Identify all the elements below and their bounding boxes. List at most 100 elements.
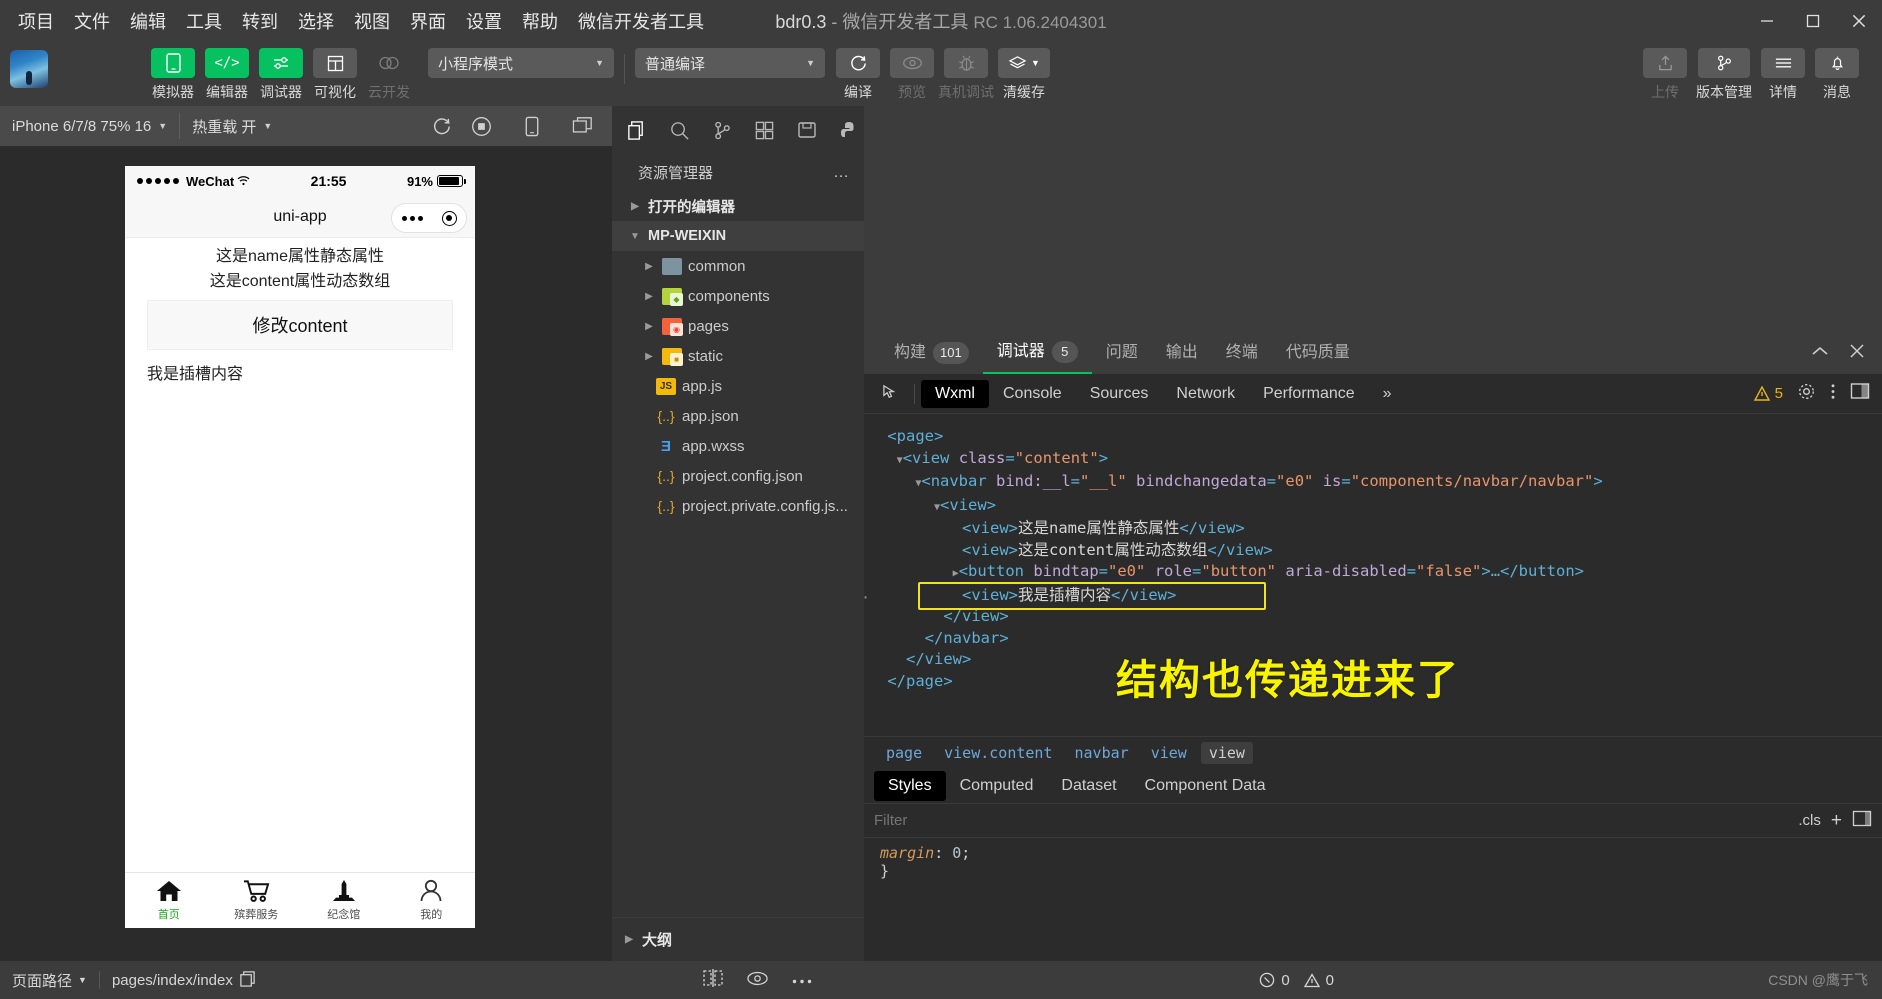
explorer-file-projectprivate[interactable]: {..} project.private.config.js... xyxy=(612,491,864,521)
devtools-tab-output[interactable]: 输出 xyxy=(1152,332,1212,374)
save-icon[interactable] xyxy=(797,120,817,140)
mode-select[interactable]: 小程序模式 ▼ xyxy=(428,48,614,78)
copy-icon[interactable] xyxy=(239,970,256,991)
devtools-tab-problems[interactable]: 问题 xyxy=(1092,332,1152,374)
panel-tab-performance[interactable]: Performance xyxy=(1249,380,1369,408)
wechat-capsule[interactable] xyxy=(391,203,467,233)
refresh-icon[interactable] xyxy=(432,116,453,137)
toolbar-version-button[interactable]: 版本管理 xyxy=(1695,48,1753,102)
explorer-file-appwxss[interactable]: Ǝ app.wxss xyxy=(612,431,864,461)
close-icon[interactable] xyxy=(1848,342,1866,365)
menu-item-edit[interactable]: 编辑 xyxy=(120,6,176,36)
wxml-line[interactable]: ▼<navbar bind:__l="__l" bindchangedata="… xyxy=(878,471,1882,495)
menu-item-tools[interactable]: 工具 xyxy=(176,6,232,36)
toggle-sidebar-icon[interactable] xyxy=(1852,810,1872,831)
files-icon[interactable] xyxy=(626,120,647,141)
close-target-icon[interactable] xyxy=(441,210,457,226)
explorer-file-pages[interactable]: ◉ pages xyxy=(612,311,864,341)
wxml-tree[interactable]: <page> ▼<view class="content"> ▼<navbar … xyxy=(864,414,1882,736)
hotreload-select[interactable]: 热重载 开 ▼ xyxy=(180,106,284,146)
menu-item-select[interactable]: 选择 xyxy=(288,6,344,36)
extensions-icon[interactable] xyxy=(754,120,775,141)
explorer-file-common[interactable]: common xyxy=(612,251,864,281)
statusbar-diagnostics[interactable]: 0 0 xyxy=(1247,972,1346,989)
style-filter-input[interactable] xyxy=(874,808,1789,833)
explorer-file-static[interactable]: ■ static xyxy=(612,341,864,371)
minimize-icon[interactable] xyxy=(1744,0,1790,42)
explorer-section-open-editors[interactable]: 打开的编辑器 xyxy=(612,191,864,221)
phone-tab-home[interactable]: 首页 xyxy=(125,879,213,922)
wxml-line[interactable]: ▼<view> xyxy=(878,495,1882,519)
toolbar-clearcache-button[interactable]: ▼ 清缓存 xyxy=(996,48,1052,102)
device-mode-icon[interactable] xyxy=(524,116,540,137)
toolbar-simulator-button[interactable]: 模拟器 xyxy=(149,48,197,102)
explorer-file-projectconfig[interactable]: {..} project.config.json xyxy=(612,461,864,491)
devtools-tab-terminal[interactable]: 终端 xyxy=(1212,332,1272,374)
error-group[interactable]: 0 xyxy=(1259,972,1290,989)
breadcrumb-page[interactable]: page xyxy=(878,742,930,764)
explorer-file-appjs[interactable]: JS app.js xyxy=(612,371,864,401)
style-tab-dataset[interactable]: Dataset xyxy=(1047,771,1130,801)
explorer-section-mp-weixin[interactable]: MP-WEIXIN xyxy=(612,221,864,251)
phone-tab-service[interactable]: 殡葬服务 xyxy=(213,879,301,922)
more-icon[interactable]: … xyxy=(833,164,850,182)
toolbar-compile-button[interactable]: 编译 xyxy=(834,48,882,102)
breadcrumb-view-selected[interactable]: view xyxy=(1200,741,1253,764)
menu-item-devtools[interactable]: 微信开发者工具 xyxy=(568,6,714,36)
wxml-line[interactable]: <view>这是content属性动态数组</view> xyxy=(878,540,1882,562)
warning-group[interactable]: 0 xyxy=(1303,972,1334,989)
menu-item-file[interactable]: 文件 xyxy=(64,6,120,36)
more-dots-icon[interactable] xyxy=(401,215,423,221)
explorer-file-appjson[interactable]: {..} app.json xyxy=(612,401,864,431)
toolbar-cloud-button[interactable]: 云开发 xyxy=(365,48,413,102)
panel-tab-wxml[interactable]: Wxml xyxy=(921,379,989,408)
devtools-tab-build[interactable]: 构建 101 xyxy=(880,332,983,374)
wxml-line[interactable]: <page> xyxy=(878,426,1882,448)
add-rule-button[interactable]: + xyxy=(1831,810,1842,832)
menu-item-goto[interactable]: 转到 xyxy=(232,6,288,36)
style-tab-computed[interactable]: Computed xyxy=(946,771,1048,801)
python-icon[interactable] xyxy=(839,120,859,140)
close-icon[interactable] xyxy=(1836,0,1882,42)
page-path-selector[interactable]: 页面路径 ▼ xyxy=(0,970,99,991)
gear-icon[interactable] xyxy=(1797,382,1816,406)
breadcrumb-view[interactable]: view xyxy=(1143,742,1195,764)
toolbar-detail-button[interactable]: 详情 xyxy=(1759,48,1807,102)
wxml-line[interactable]: ▼<view class="content"> xyxy=(878,448,1882,472)
device-select[interactable]: iPhone 6/7/8 75% 16 ▼ xyxy=(0,106,179,146)
panel-tab-console[interactable]: Console xyxy=(989,380,1076,408)
toolbar-visual-button[interactable]: 可视化 xyxy=(311,48,359,102)
cls-button[interactable]: .cls xyxy=(1798,812,1821,829)
windows-icon[interactable] xyxy=(572,116,594,136)
breadcrumb-navbar[interactable]: navbar xyxy=(1067,742,1137,764)
toolbar-preview-button[interactable]: 预览 xyxy=(888,48,936,102)
inspect-element-icon[interactable] xyxy=(874,384,908,403)
source-control-icon[interactable] xyxy=(712,120,732,141)
toolbar-realdebug-button[interactable]: 真机调试 xyxy=(938,48,994,102)
style-tab-styles[interactable]: Styles xyxy=(874,770,946,801)
wxml-line[interactable]: <view>我是插槽内容</view> xyxy=(878,585,1882,607)
devtools-tab-debugger[interactable]: 调试器 5 xyxy=(982,332,1092,374)
explorer-outline-section[interactable]: 大纲 xyxy=(612,917,864,961)
breadcrumb-view-content[interactable]: view.content xyxy=(936,742,1060,764)
toolbar-editor-button[interactable]: </> 编辑器 xyxy=(203,48,251,102)
record-icon[interactable] xyxy=(471,116,492,137)
toolbar-upload-button[interactable]: 上传 xyxy=(1641,48,1689,102)
eye-icon[interactable] xyxy=(746,971,769,990)
wxml-line[interactable]: ▶<button bindtap="e0" role="button" aria… xyxy=(878,561,1882,585)
more-icon[interactable] xyxy=(791,972,813,989)
explorer-file-components[interactable]: ◆ components xyxy=(612,281,864,311)
panel-tab-network[interactable]: Network xyxy=(1162,380,1249,408)
menu-item-help[interactable]: 帮助 xyxy=(512,6,568,36)
maximize-icon[interactable] xyxy=(1790,0,1836,42)
menu-item-interface[interactable]: 界面 xyxy=(400,6,456,36)
menu-item-settings[interactable]: 设置 xyxy=(456,6,512,36)
style-tab-component-data[interactable]: Component Data xyxy=(1131,771,1280,801)
toolbar-debugger-button[interactable]: 调试器 xyxy=(257,48,305,102)
phone-tab-memorial[interactable]: 纪念馆 xyxy=(300,879,388,922)
panel-tab-sources[interactable]: Sources xyxy=(1076,380,1163,408)
menu-item-project[interactable]: 项目 xyxy=(8,6,64,36)
more-vertical-icon[interactable] xyxy=(1830,382,1836,406)
warning-badge[interactable]: 5 xyxy=(1753,385,1783,402)
panel-tabs-overflow[interactable]: » xyxy=(1369,380,1406,408)
